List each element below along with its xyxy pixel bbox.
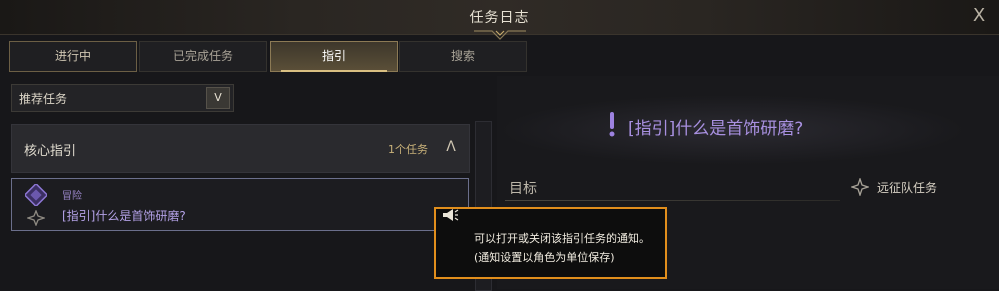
objective-label: 目标 xyxy=(509,181,537,197)
quest-category: 冒险 xyxy=(62,191,82,202)
chevron-down-icon[interactable]: V xyxy=(206,87,230,109)
section-count: 1个任务 xyxy=(388,143,428,156)
section-title: 核心指引 xyxy=(24,144,77,159)
tab-completed[interactable]: 已完成任务 xyxy=(139,41,267,72)
track-quest-icon[interactable] xyxy=(27,210,45,226)
dropdown-selected-value: 推荐任务 xyxy=(19,92,68,106)
megaphone-icon[interactable] xyxy=(441,208,459,222)
adventure-book-icon xyxy=(25,184,47,206)
notification-tooltip: 可以打开或关闭该指引任务的通知。 (通知设置以角色为单位保存) xyxy=(434,207,667,279)
objective-divider xyxy=(505,200,840,201)
tab-search[interactable]: 搜索 xyxy=(399,41,527,72)
expedition-icon xyxy=(851,178,869,196)
section-header-core-guide[interactable]: 核心指引 1个任务 ᐱ xyxy=(11,124,470,173)
chevron-up-icon[interactable]: ᐱ xyxy=(441,137,461,157)
tooltip-line-2: (通知设置以角色为单位保存) xyxy=(474,251,615,264)
quest-name: [指引]什么是首饰研磨? xyxy=(62,209,186,223)
quest-filter-dropdown[interactable]: 推荐任务 V xyxy=(11,84,234,112)
tooltip-line-1: 可以打开或关闭该指引任务的通知。 xyxy=(474,232,650,245)
tab-in-progress[interactable]: 进行中 xyxy=(9,41,137,72)
window-title: 任务日志 xyxy=(469,10,530,26)
expedition-quest-label: 远征队任务 xyxy=(877,181,938,195)
exclamation-icon xyxy=(609,112,615,137)
close-button[interactable]: X xyxy=(968,6,990,26)
list-item[interactable]: 冒险 [指引]什么是首饰研磨? xyxy=(11,178,469,231)
tab-guide[interactable]: 指引 xyxy=(270,41,398,72)
quest-detail-title: [指引]什么是首饰研磨? xyxy=(628,119,804,139)
title-ornament-icon xyxy=(474,30,526,40)
